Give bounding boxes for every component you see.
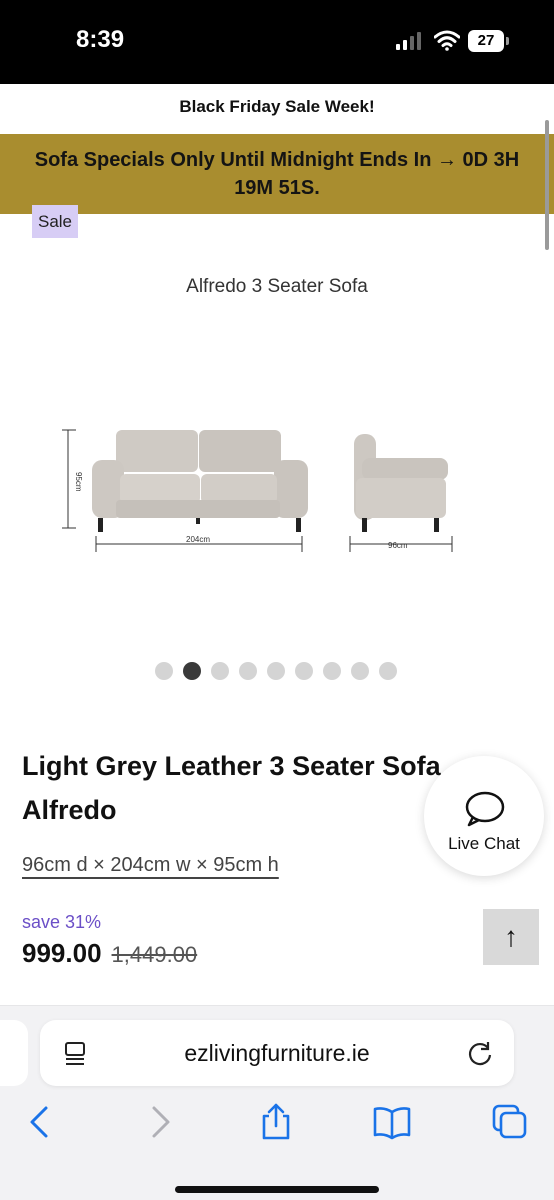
battery-icon: 27 [468,30,510,52]
wifi-icon [434,30,460,51]
sofa-side-view: 96cm [349,434,453,552]
carousel-dot[interactable] [351,662,369,680]
status-time: 8:39 [76,26,125,53]
carousel-dot[interactable] [155,662,173,680]
carousel-dot-active[interactable] [183,662,201,680]
current-price: 999.00 [22,938,102,968]
live-chat-button[interactable]: Live Chat [424,756,544,876]
battery-tip [506,37,509,45]
url-text[interactable]: ezlivingfurniture.ie [40,1020,514,1086]
bookmarks-icon[interactable] [372,1102,412,1142]
width-label: 204cm [186,535,210,544]
home-indicator [175,1186,379,1193]
image-caption: Alfredo 3 Seater Sofa [186,276,368,297]
carousel-dot[interactable] [379,662,397,680]
live-chat-label: Live Chat [448,834,520,853]
browser-toolbar: ezlivingfurniture.ie [0,1005,554,1200]
product-dimensions[interactable]: 96cm d × 204cm w × 95cm h [22,854,279,877]
countdown-banner[interactable]: Sofa Specials Only Until Midnight Ends I… [0,134,554,214]
carousel-dots [155,662,397,680]
forward-icon[interactable] [140,1102,180,1142]
signal-icon [396,32,421,50]
product-title: Light Grey Leather 3 Seater Sofa Alfredo [22,751,441,825]
tabs-icon[interactable] [490,1102,530,1142]
share-icon[interactable] [256,1102,296,1142]
previous-tab-preview[interactable] [0,1020,28,1086]
status-bar: 8:39 27 [0,0,554,84]
price-row: 999.00 1,449.00 [22,938,197,969]
reload-icon[interactable] [466,1039,494,1067]
original-price: 1,449.00 [111,942,198,967]
carousel-dot[interactable] [267,662,285,680]
carousel-dot[interactable] [295,662,313,680]
carousel-dot[interactable] [211,662,229,680]
scroll-to-top-button[interactable]: ↑ [483,909,539,965]
arrow-up-icon: ↑ [504,921,518,952]
promo-announcement: Black Friday Sale Week! [0,84,554,132]
save-percentage: save 31% [22,912,102,932]
chat-bubble-icon [465,791,505,827]
carousel-dot[interactable] [239,662,257,680]
height-label: 95cm [74,472,83,492]
depth-label: 96cm [388,541,408,550]
battery-level: 27 [468,30,504,52]
sale-badge: Sale [32,205,78,238]
carousel-dot[interactable] [323,662,341,680]
page-scrollbar[interactable] [545,120,549,250]
back-icon[interactable] [20,1102,60,1142]
address-bar[interactable]: ezlivingfurniture.ie [40,1020,514,1086]
product-image[interactable]: 95cm 204cm 96cm [56,420,466,560]
sofa-front-view: 95cm 204cm [62,429,308,552]
